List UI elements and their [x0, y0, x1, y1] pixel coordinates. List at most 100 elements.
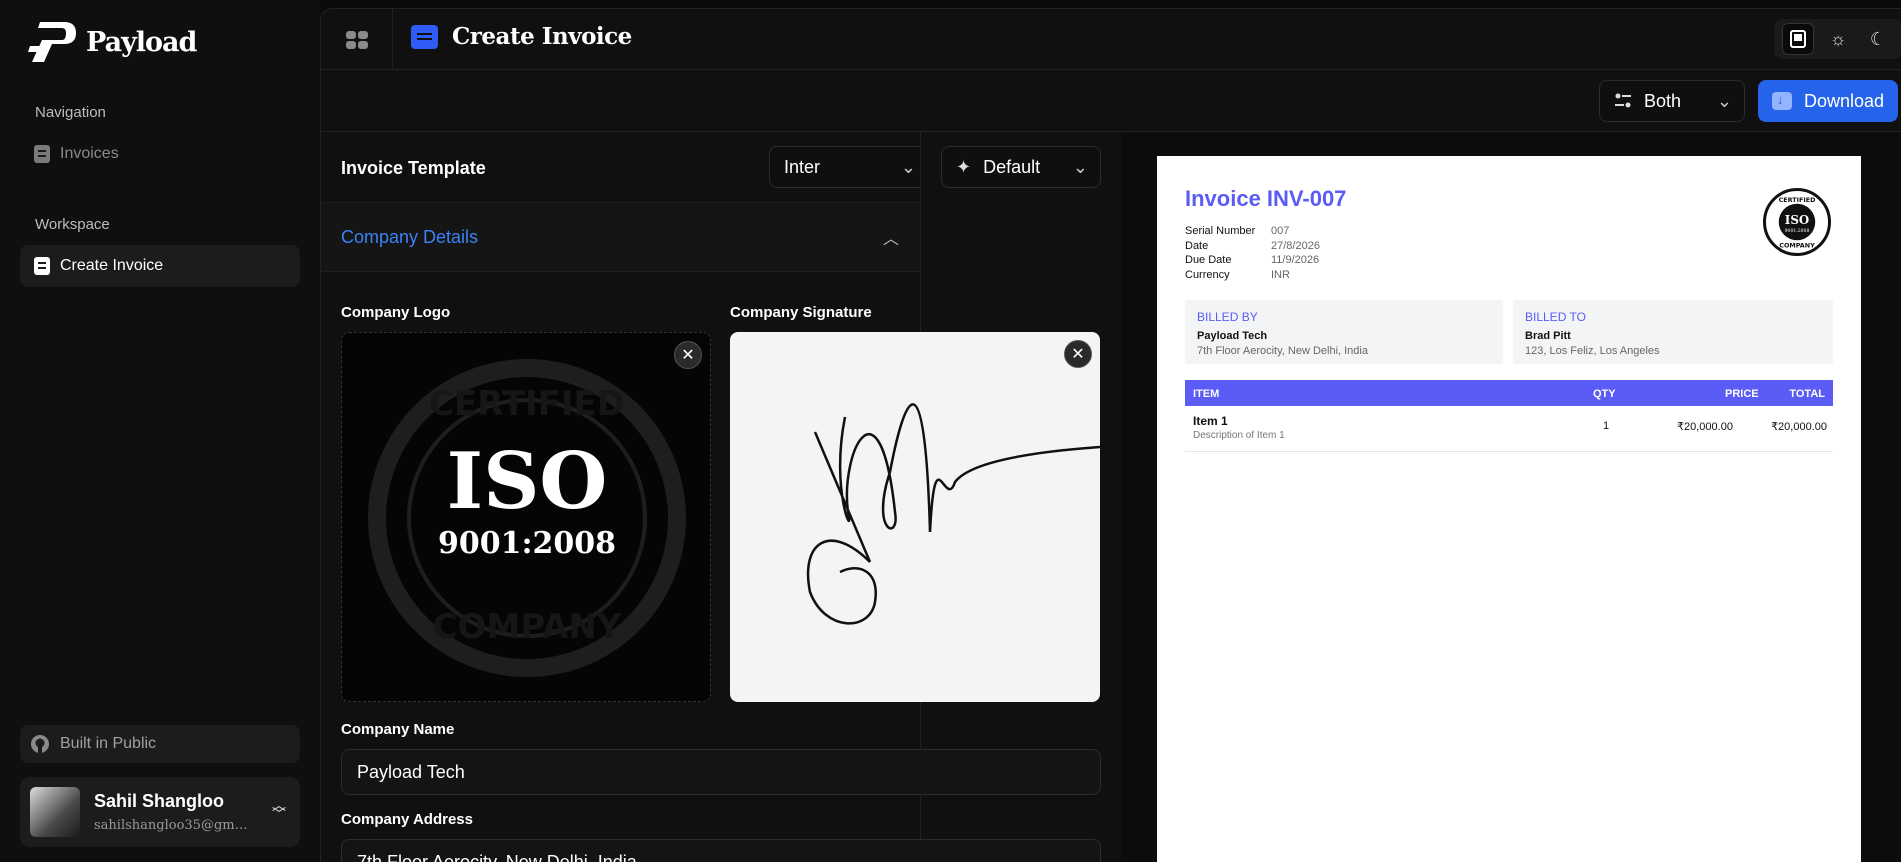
user-email: sahilshangloo35@gmail... [94, 818, 254, 833]
invoice-logo-badge: ISO 9001:2008 CERTIFIED COMPANY [1763, 188, 1831, 256]
sidebar-item-create-invoice[interactable]: Create Invoice [20, 245, 300, 287]
sparkle-icon: ✦ [956, 156, 972, 177]
theme-select-value: Default [983, 156, 1041, 177]
meta-value: INR [1271, 268, 1290, 281]
item-desc: Description of Item 1 [1193, 430, 1285, 441]
light-mode-button[interactable]: ☼ [1822, 23, 1854, 55]
item-name: Item 1 [1193, 414, 1228, 428]
close-icon: ✕ [1071, 346, 1085, 363]
table-row: Item 1 Description of Item 1 1 ₹20,000.0… [1185, 408, 1833, 452]
col-total: TOTAL [1789, 388, 1825, 400]
chevron-down-icon: ⌄ [1716, 91, 1732, 111]
company-signature-dropzone[interactable]: ✕ [730, 332, 1100, 702]
meta-value: 007 [1271, 225, 1290, 237]
invoice-meta: Serial Number 007 Date 27/8/2026 Due Date 1… [1185, 224, 1320, 282]
chevron-updown-icon: ︿ ﹀ [272, 797, 286, 822]
github-icon [31, 735, 49, 753]
built-in-public-label: Built in Public [60, 735, 157, 752]
billed-to-name: Brad Pitt [1525, 330, 1571, 342]
meta-row: Serial Number 007 [1185, 224, 1320, 239]
logo-iso-text: ISO [447, 436, 608, 527]
logo-iso-sub: 9001:2008 [438, 526, 616, 561]
billed-by-box: BILLED BY Payload Tech 7th Floor Aerocit… [1185, 300, 1503, 364]
moon-icon: ☾ [1869, 28, 1887, 49]
view-select-value: Both [1644, 90, 1682, 111]
meta-key: Serial Number [1185, 225, 1256, 237]
workspace-section-title: Workspace [35, 216, 110, 233]
invoice-title: Invoice INV-007 [1185, 186, 1347, 211]
invoice-preview: Invoice INV-007 Serial Number 007 Date 27/… [1121, 132, 1901, 862]
company-logo-dropzone[interactable]: ISO 9001:2008 CERTIFIED COMPANY ✕ [341, 332, 711, 702]
document-icon [34, 145, 50, 163]
company-address-value: 7th Floor Aerocity, New Delhi, India [357, 851, 637, 862]
company-name-value: Payload Tech [357, 761, 465, 782]
download-label: Download [1804, 90, 1885, 111]
sidebar-toggle-icon [345, 30, 368, 49]
remove-signature-button[interactable]: ✕ [1064, 340, 1092, 368]
top-bar: Create Invoice ☼ ☾ [321, 9, 1901, 70]
col-price: PRICE [1725, 388, 1759, 400]
view-icon [1615, 93, 1631, 108]
meta-value: 27/8/2026 [1271, 239, 1320, 252]
company-address-input[interactable]: 7th Floor Aerocity, New Delhi, India [341, 839, 1101, 862]
main-panel: Create Invoice ☼ ☾ Both ⌄ ↓ Download Inv… [320, 8, 1901, 862]
brand-logo[interactable]: Payload [28, 20, 197, 64]
view-select[interactable]: Both ⌄ [1599, 80, 1745, 122]
meta-row: Due Date 11/9/2026 [1185, 253, 1320, 268]
meta-value: 11/9/2026 [1271, 254, 1320, 266]
document-icon [34, 257, 50, 275]
billed-by-heading: BILLED BY [1197, 310, 1258, 324]
company-name-label: Company Name [341, 721, 455, 738]
sidebar-item-invoices[interactable]: Invoices [20, 133, 300, 175]
avatar [30, 787, 80, 837]
billed-by-address: 7th Floor Aerocity, New Delhi, India [1197, 345, 1368, 357]
sidebar-item-label: Create Invoice [60, 257, 164, 274]
badge-main: ISO [1785, 213, 1809, 227]
system-mode-button[interactable] [1782, 23, 1814, 55]
user-name: Sahil Shangloo [94, 791, 225, 811]
sun-icon: ☼ [1829, 28, 1847, 49]
app: Payload Navigation Invoices Workspace Cr… [0, 0, 1901, 862]
item-total: ₹20,000.00 [1771, 421, 1827, 433]
badge-bottom: COMPANY [1779, 242, 1815, 250]
meta-row: Date 27/8/2026 [1185, 239, 1320, 254]
remove-logo-button[interactable]: ✕ [674, 341, 702, 369]
billed-to-box: BILLED TO Brad Pitt 123, Los Feliz, Los … [1513, 300, 1833, 364]
company-name-input[interactable]: Payload Tech [341, 749, 1101, 795]
sidebar-toggle-button[interactable] [321, 9, 393, 70]
meta-row: Currency INR [1185, 268, 1320, 283]
meta-key: Currency [1185, 268, 1230, 281]
theme-select[interactable]: ✦ Default ⌄ [941, 146, 1101, 188]
page-title-text: Create Invoice [452, 23, 632, 50]
sidebar-item-label: Invoices [60, 145, 119, 162]
user-menu[interactable]: Sahil Shangloo sahilshangloo35@gmail... … [20, 777, 300, 847]
monitor-icon [1790, 30, 1806, 48]
download-icon [1772, 92, 1792, 110]
page-title: Create Invoice [411, 23, 632, 50]
meta-key: Due Date [1185, 254, 1232, 266]
signature-image [806, 403, 1100, 625]
billed-to-address: 123, Los Feliz, Los Angeles [1525, 345, 1660, 357]
company-address-label: Company Address [341, 811, 473, 828]
badge-top: CERTIFIED [1779, 196, 1816, 204]
logo-ring-top: CERTIFIED [429, 384, 625, 424]
built-in-public-button[interactable]: Built in Public [20, 725, 300, 763]
invoice-paper: Invoice INV-007 Serial Number 007 Date 27/… [1157, 156, 1861, 862]
dark-mode-button[interactable]: ☾ [1862, 23, 1894, 55]
badge-sub: 9001:2008 [1785, 228, 1810, 234]
chevron-down-icon: ⌄ [1072, 157, 1088, 177]
meta-key: Date [1185, 239, 1209, 252]
download-button[interactable]: Download [1758, 80, 1898, 122]
col-item: ITEM [1193, 388, 1220, 400]
invoice-icon [411, 24, 438, 49]
item-price: ₹20,000.00 [1677, 421, 1733, 433]
item-qty: 1 [1603, 420, 1610, 432]
close-icon: ✕ [681, 347, 695, 364]
billed-by-name: Payload Tech [1197, 330, 1268, 342]
col-qty: QTY [1593, 388, 1616, 400]
theme-mode-group: ☼ ☾ [1774, 19, 1901, 59]
logo-icon [28, 22, 76, 62]
billed-to-heading: BILLED TO [1525, 310, 1586, 324]
company-logo-image: ISO 9001:2008 CERTIFIED COMPANY [368, 359, 686, 677]
items-table-header: ITEM QTY PRICE TOTAL [1185, 380, 1833, 406]
